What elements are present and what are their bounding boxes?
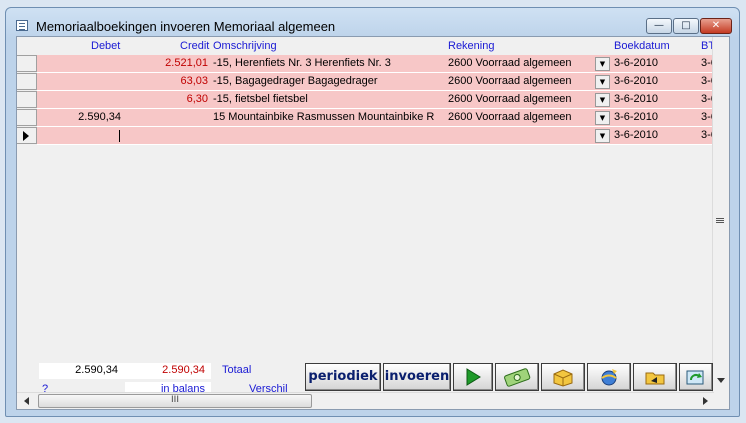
play-button[interactable] [453,363,493,391]
chevron-down-icon: ▼ [599,78,606,86]
omschrijving-cell[interactable]: -15, fietsbel fietsbel [213,93,308,105]
scroll-right-icon[interactable] [703,397,708,405]
column-header-debet: Debet [91,40,121,52]
table-row[interactable]: 2.521,01 -15, Herenfiets Nr. 3 Herenfiet… [17,55,714,73]
horizontal-scroll-thumb[interactable]: III [38,394,312,408]
folder-arrow-button[interactable] [633,363,677,391]
table-row[interactable]: 63,03 -15, Bagagedrager Bagagedrager 260… [17,73,714,91]
chevron-down-icon: ▼ [599,132,606,140]
chevron-down-icon: ▼ [599,60,606,68]
periodiek-button[interactable]: periodiek [305,363,381,391]
chevron-down-icon: ▼ [599,96,606,104]
boekdatum-cell[interactable]: 3-6-2010 [614,93,658,105]
package-icon [553,369,573,387]
cash-icon [504,368,531,387]
table-row[interactable]: 6,30 -15, fietsbel fietsbel 2600 Voorraa… [17,91,714,109]
scroll-grip-icon [716,218,724,219]
row-background [37,127,714,145]
omschrijving-cell[interactable]: -15, Herenfiets Nr. 3 Herenfiets Nr. 3 [213,57,391,69]
column-header-rekening: Rekening [448,40,495,52]
vertical-scrollbar[interactable] [712,37,729,393]
rekening-dropdown-button[interactable]: ▼ [595,57,610,71]
boekdatum-cell[interactable]: 3-6-2010 [614,57,658,69]
window: Memoriaalboekingen invoeren Memoriaal al… [5,7,740,417]
credit-cell[interactable]: 63,03 [180,75,208,87]
rekening-dropdown-button[interactable]: ▼ [595,93,610,107]
rekening-cell[interactable]: 2600 Voorraad algemeen [448,111,572,123]
form-client-area: Debet Credit Omschrijving Rekening Boekd… [16,36,730,410]
row-selector-current[interactable] [17,127,37,144]
column-header-boekdatum: Boekdatum [614,40,670,52]
chevron-down-icon: ▼ [599,114,606,122]
play-icon [466,368,481,386]
rekening-dropdown-button[interactable]: ▼ [595,75,610,89]
scroll-down-icon[interactable] [717,378,725,383]
table-row-new[interactable]: ▼ 3-6-2010 3-6 [17,127,714,145]
row-selector[interactable] [17,73,37,90]
invoeren-button[interactable]: invoeren [383,363,451,391]
boekdatum-cell[interactable]: 3-6-2010 [614,129,658,141]
refresh-button[interactable] [679,363,713,391]
column-header-credit: Credit [180,40,210,52]
form-icon [16,20,28,31]
rekening-cell[interactable]: 2600 Voorraad algemeen [448,57,572,69]
maximize-button[interactable]: □ [673,18,699,34]
credit-cell[interactable]: 2.521,01 [165,57,208,69]
current-record-icon [23,131,29,141]
refresh-icon [686,370,704,385]
minimize-button[interactable]: — [646,18,672,34]
rekening-cell[interactable]: 2600 Voorraad algemeen [448,93,572,105]
globe-icon [601,369,617,386]
table-row[interactable]: 2.590,34 15 Mountainbike Rasmussen Mount… [17,109,714,127]
totaal-label: Totaal [222,364,252,376]
omschrijving-cell[interactable]: -15, Bagagedrager Bagagedrager [213,75,378,87]
globe-button[interactable] [587,363,631,391]
rekening-cell[interactable]: 2600 Voorraad algemeen [448,75,572,87]
boekdatum-cell[interactable]: 3-6-2010 [614,75,658,87]
row-selector[interactable] [17,109,37,126]
credit-cell[interactable]: 6,30 [187,93,208,105]
debet-cell[interactable]: 2.590,34 [78,111,121,123]
boekdatum-cell[interactable]: 3-6-2010 [614,111,658,123]
total-credit-value: 2.590,34 [162,364,205,376]
column-header-omschrijving: Omschrijving [213,40,277,52]
row-selector[interactable] [17,91,37,108]
scroll-left-icon[interactable] [24,397,29,405]
rekening-dropdown-button[interactable]: ▼ [595,111,610,125]
window-title: Memoriaalboekingen invoeren Memoriaal al… [36,19,336,34]
text-cursor [119,130,120,142]
row-selector[interactable] [17,55,37,72]
folder-arrow-icon [645,372,665,385]
title-bar[interactable]: Memoriaalboekingen invoeren Memoriaal al… [6,8,739,36]
row-background [37,91,714,109]
total-debet-value: 2.590,34 [75,364,118,376]
horizontal-scrollbar[interactable]: III [17,392,714,409]
rekening-dropdown-button[interactable]: ▼ [595,129,610,143]
cash-button[interactable] [495,363,539,391]
package-button[interactable] [541,363,585,391]
close-button[interactable]: ✕ [700,18,732,34]
omschrijving-cell[interactable]: 15 Mountainbike Rasmussen Mountainbike R [213,111,434,123]
